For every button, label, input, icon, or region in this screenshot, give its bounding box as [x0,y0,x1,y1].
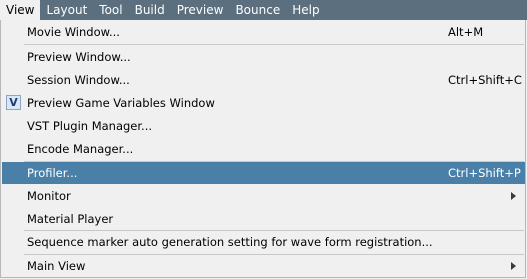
menu-item-vst-plugin-manager[interactable]: VST Plugin Manager... [2,115,525,137]
menu-item-main-view[interactable]: Main View [2,255,525,277]
menu-item-shortcut: Alt+M [448,25,484,39]
menu-item-preview-game-variables[interactable]: V Preview Game Variables Window [2,92,525,114]
menu-item-movie-window[interactable]: Movie Window... Alt+M [2,21,525,43]
menu-item-label: Movie Window... [27,25,120,39]
menu-build[interactable]: Build [129,0,171,20]
menu-item-label: Session Window... [27,73,130,87]
menu-item-preview-window[interactable]: Preview Window... [2,46,525,68]
checkmark-icon: V [6,95,21,110]
menu-item-shortcut: Ctrl+Shift+P [448,166,521,180]
menu-item-shortcut: Ctrl+Shift+C [448,73,522,87]
menu-item-monitor[interactable]: Monitor [2,185,525,207]
submenu-arrow-icon [511,192,516,200]
submenu-arrow-icon [511,262,516,270]
menu-separator [24,44,524,45]
menu-item-profiler[interactable]: Profiler... Ctrl+Shift+P [2,162,525,184]
menu-bar: View Layout Tool Build Preview Bounce He… [0,0,527,20]
menu-item-label: Material Player [27,212,114,226]
menu-item-label: Preview Window... [27,50,131,64]
menu-item-label: Monitor [27,189,71,203]
menu-item-label: Main View [27,259,86,273]
view-dropdown-menu: Movie Window... Alt+M Preview Window... … [0,20,526,278]
menu-item-label: Profiler... [27,166,78,180]
menu-item-label: Preview Game Variables Window [27,96,215,110]
menu-tool[interactable]: Tool [93,0,128,20]
menu-item-encode-manager[interactable]: Encode Manager... [2,138,525,160]
menu-bounce[interactable]: Bounce [229,0,286,20]
menu-layout[interactable]: Layout [40,0,93,20]
menu-item-label: VST Plugin Manager... [27,119,153,133]
menu-preview[interactable]: Preview [171,0,230,20]
menu-item-label: Sequence marker auto generation setting … [27,235,433,249]
menu-help[interactable]: Help [286,0,325,20]
menu-item-sequence-marker-setting[interactable]: Sequence marker auto generation setting … [2,231,525,253]
menu-item-session-window[interactable]: Session Window... Ctrl+Shift+C [2,69,525,91]
menu-view[interactable]: View [0,0,41,20]
menu-item-material-player[interactable]: Material Player [2,208,525,230]
menu-item-label: Encode Manager... [27,142,134,156]
